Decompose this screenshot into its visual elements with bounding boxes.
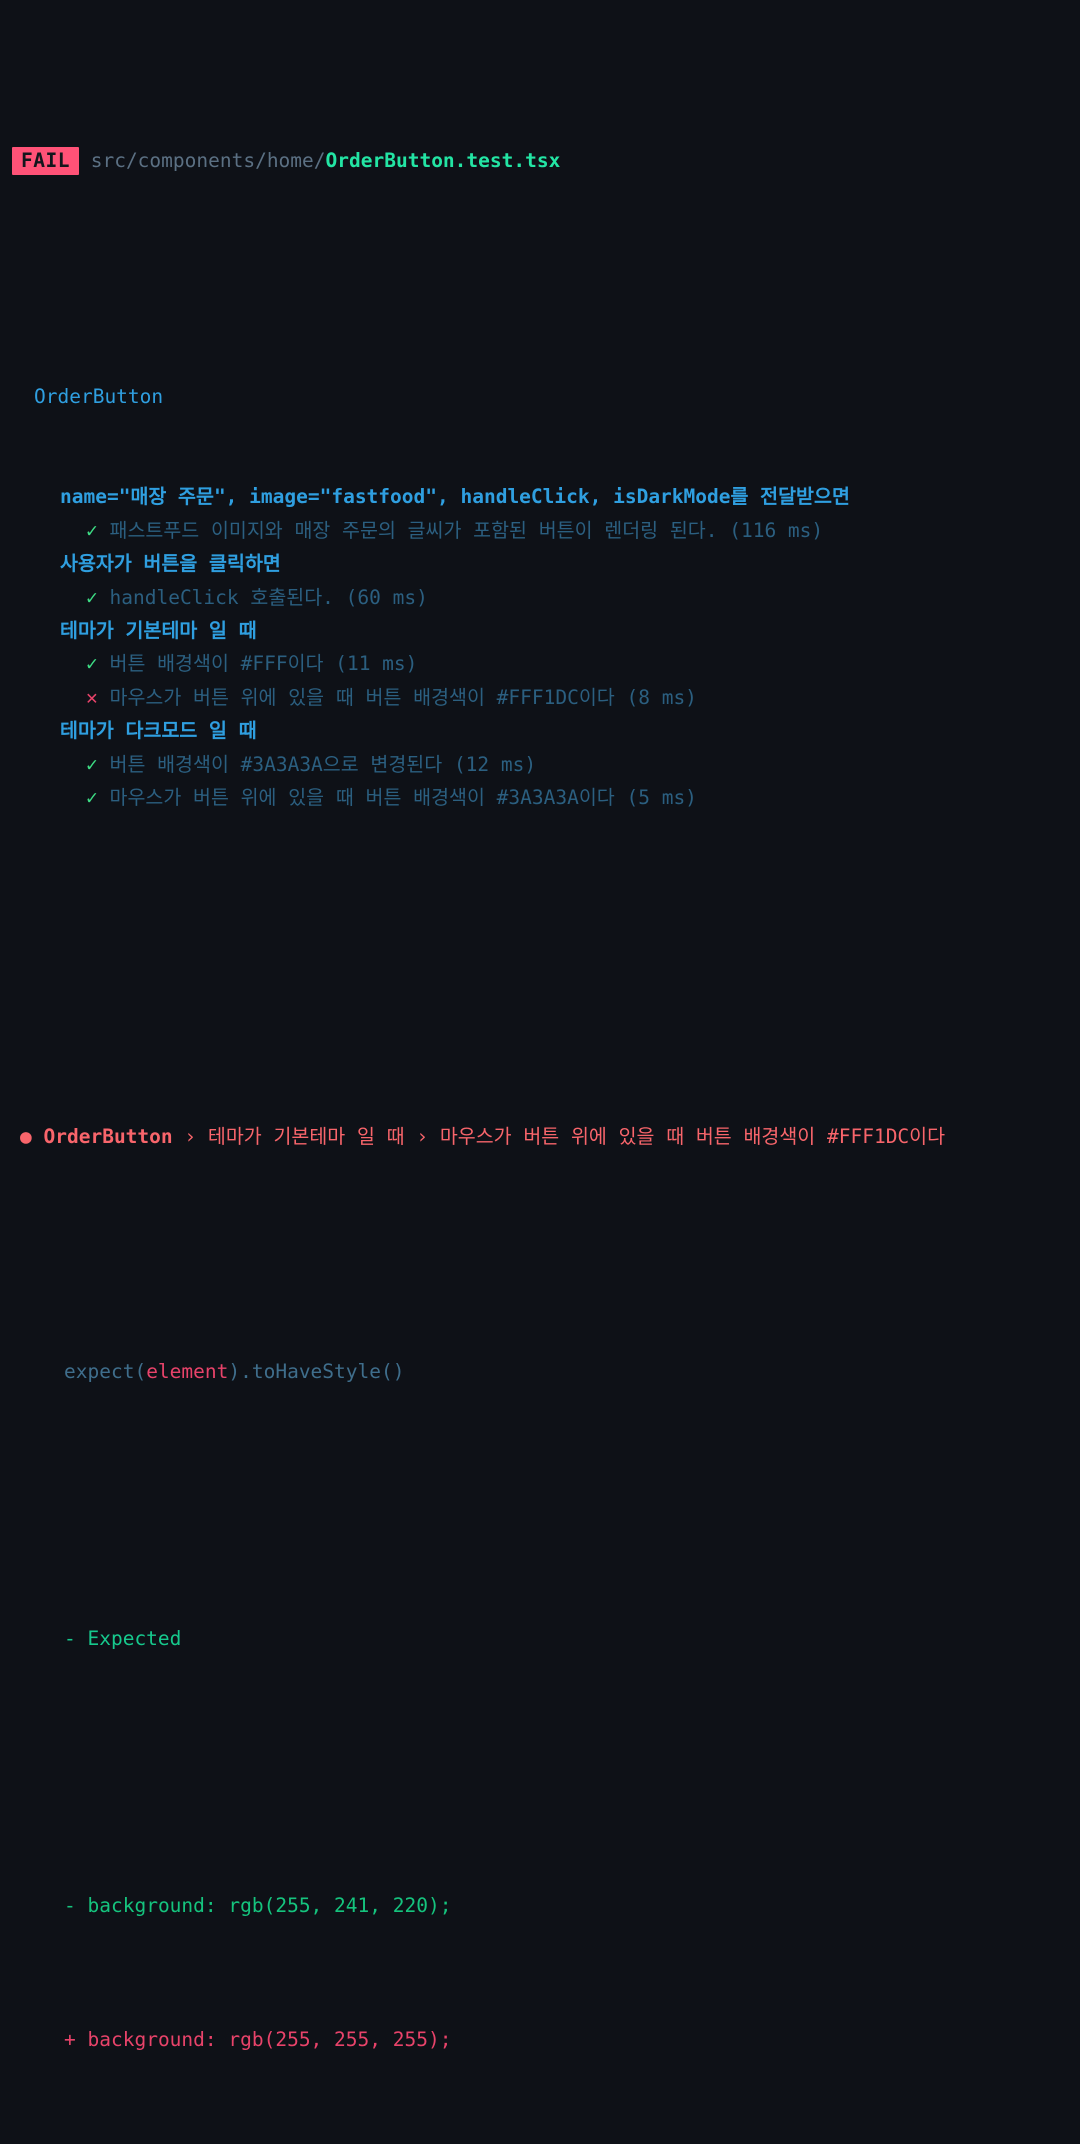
describe-row: 사용자가 버튼을 클릭하면 — [0, 547, 1080, 580]
describe-row: 테마가 다크모드 일 때 — [0, 714, 1080, 747]
matcher-line: expect(element).toHaveStyle() — [64, 1355, 1080, 1388]
test-duration: (8 ms) — [626, 685, 697, 709]
pass-check-icon: ✓ — [86, 752, 98, 776]
failure-crumb-root: OrderButton — [43, 1124, 173, 1148]
test-label: handleClick 호출된다. — [109, 585, 334, 609]
pass-check-icon: ✓ — [86, 785, 98, 809]
test-file-header: FAIL src/components/home/OrderButton.tes… — [0, 144, 1080, 178]
diff-expected-value: background: rgb(255, 241, 220); — [87, 1894, 452, 1918]
test-duration: (11 ms) — [335, 652, 418, 676]
failure-bullet-icon: ● — [20, 1124, 32, 1148]
failure-crumb-leaf: 마우스가 버튼 위에 있을 때 버튼 배경색이 #FFF1DC이다 — [439, 1124, 946, 1148]
test-row: ✓ 버튼 배경색이 #FFF이다 (11 ms) — [0, 647, 1080, 680]
describe-label: 사용자가 버튼을 클릭하면 — [60, 552, 281, 576]
spacer-2 — [64, 1755, 1080, 1788]
fail-cross-icon: ✕ — [86, 685, 98, 709]
test-duration: (12 ms) — [453, 752, 537, 776]
root-suite-label: OrderButton — [34, 385, 164, 409]
test-label: 버튼 배경색이 #FFF이다 — [109, 652, 324, 676]
matcher-expect: expect( — [64, 1359, 147, 1383]
pass-check-icon: ✓ — [86, 585, 98, 609]
test-row: ✓ 버튼 배경색이 #3A3A3A으로 변경된다 (12 ms) — [0, 748, 1080, 781]
test-suite-tree: OrderButton name="매장 주문", image="fastfoo… — [0, 313, 1080, 881]
describe-row: name="매장 주문", image="fastfood", handleCl… — [0, 480, 1080, 513]
diff-expected-line: - background: rgb(255, 241, 220); — [64, 1889, 1080, 1922]
describe-label: name="매장 주문", image="fastfood", handleCl… — [60, 485, 850, 509]
matcher-received-arg: element — [146, 1359, 229, 1383]
file-path-prefix — [79, 149, 91, 172]
pass-check-icon: ✓ — [86, 652, 98, 676]
test-duration: (5 ms) — [626, 785, 697, 809]
describe-label: 테마가 다크모드 일 때 — [60, 719, 257, 743]
test-label: 버튼 배경색이 #3A3A3A으로 변경된다 — [109, 752, 443, 776]
test-label: 마우스가 버튼 위에 있을 때 버튼 배경색이 #FFF1DC이다 — [109, 685, 615, 709]
test-node-list: name="매장 주문", image="fastfood", handleCl… — [0, 480, 1080, 814]
diff-received-line: + background: rgb(255, 255, 255); — [64, 2023, 1080, 2056]
test-row: ✓ 마우스가 버튼 위에 있을 때 버튼 배경색이 #3A3A3A이다 (5 m… — [0, 781, 1080, 814]
test-row: ✓ 패스트푸드 이미지와 매장 주문의 글씨가 포함된 버튼이 렌더링 된다. … — [0, 514, 1080, 547]
test-row: ✕ 마우스가 버튼 위에 있을 때 버튼 배경색이 #FFF1DC이다 (8 m… — [0, 681, 1080, 714]
failure-body: expect(element).toHaveStyle() - Expected… — [20, 1288, 1080, 2123]
diff-expected-sign: - — [64, 1894, 76, 1918]
failure-crumb-mid: 테마가 기본테마 일 때 — [207, 1124, 405, 1148]
matcher-tail: ).toHaveStyle() — [228, 1359, 405, 1383]
failure-heading: ● OrderButton › 테마가 기본테마 일 때 › 마우스가 버튼 위… — [20, 1120, 1080, 1154]
file-name: OrderButton.test.tsx — [325, 148, 561, 172]
test-row: ✓ handleClick 호출된다. (60 ms) — [0, 581, 1080, 614]
describe-row: 테마가 기본테마 일 때 — [0, 614, 1080, 647]
chevron-right-icon: › — [184, 1124, 197, 1148]
describe-label: 테마가 기본테마 일 때 — [60, 618, 257, 642]
pass-check-icon: ✓ — [86, 518, 98, 542]
test-label: 마우스가 버튼 위에 있을 때 버튼 배경색이 #3A3A3A이다 — [109, 785, 615, 809]
diff-received-value: background: rgb(255, 255, 255); — [87, 2027, 452, 2051]
expected-label: - Expected — [64, 1626, 182, 1650]
test-label: 패스트푸드 이미지와 매장 주문의 글씨가 포함된 버튼이 렌더링 된다. — [109, 518, 718, 542]
failure-block: ● OrderButton › 테마가 기본테마 일 때 › 마우스가 버튼 위… — [0, 1053, 1080, 2144]
diff-received-sign: + — [64, 2027, 76, 2051]
file-path: src/components/home/ — [90, 148, 326, 172]
chevron-right-icon-2: › — [416, 1124, 429, 1148]
terminal-output: FAIL src/components/home/OrderButton.tes… — [0, 0, 1080, 2144]
test-duration: (60 ms) — [345, 585, 428, 609]
test-duration: (116 ms) — [729, 518, 824, 542]
status-badge: FAIL — [12, 146, 79, 175]
